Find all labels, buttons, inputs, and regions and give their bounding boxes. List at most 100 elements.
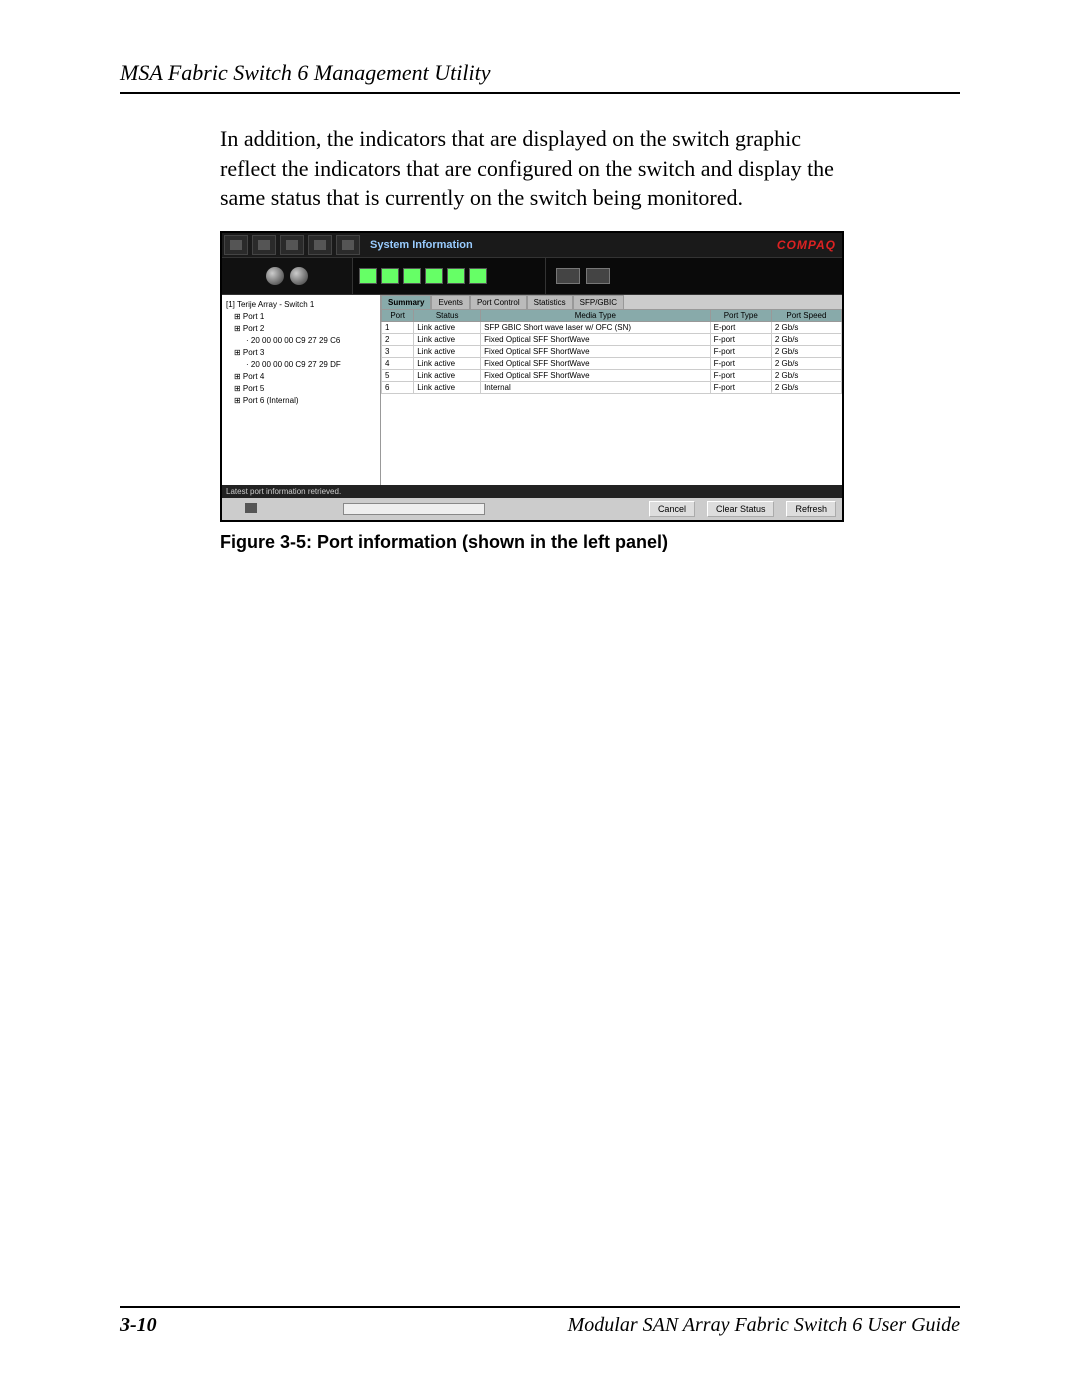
table-row[interactable]: 3Link activeFixed Optical SFF ShortWaveF… bbox=[382, 346, 842, 358]
page-footer: 3-10 Modular SAN Array Fabric Switch 6 U… bbox=[120, 1306, 960, 1337]
progress-bar bbox=[343, 503, 485, 515]
table-row[interactable]: 2Link activeFixed Optical SFF ShortWaveF… bbox=[382, 334, 842, 346]
cell-speed: 2 Gb/s bbox=[771, 346, 841, 358]
table-row[interactable]: 4Link activeFixed Optical SFF ShortWaveF… bbox=[382, 358, 842, 370]
summary-grid: PortStatusMedia TypePort TypePort Speed … bbox=[381, 309, 842, 485]
toolbar-button-3[interactable] bbox=[280, 235, 304, 255]
title-bar: System Information COMPAQ bbox=[222, 233, 842, 257]
tab-events[interactable]: Events bbox=[431, 295, 469, 309]
device-right-area bbox=[546, 258, 842, 294]
device-graphic bbox=[222, 257, 842, 295]
tab-sfp-gbic[interactable]: SFP/GBIC bbox=[573, 295, 624, 309]
world-icon bbox=[342, 240, 354, 250]
cell-media: SFP GBIC Short wave laser w/ OFC (SN) bbox=[481, 322, 711, 334]
stack-icon bbox=[286, 240, 298, 250]
port-indicator-2[interactable] bbox=[381, 268, 399, 284]
tree-node[interactable]: ⊞ Port 3 bbox=[226, 347, 376, 359]
footer-title: Modular SAN Array Fabric Switch 6 User G… bbox=[568, 1314, 960, 1337]
tree-root[interactable]: [1] Terije Array - Switch 1 bbox=[226, 299, 376, 311]
tab-strip: SummaryEventsPort ControlStatisticsSFP/G… bbox=[381, 295, 842, 309]
cell-port: 4 bbox=[382, 358, 414, 370]
column-header[interactable]: Port bbox=[382, 310, 414, 322]
switch-ports-graphic bbox=[352, 258, 546, 294]
tree-node[interactable]: · 20 00 00 00 C9 27 29 C6 bbox=[226, 335, 376, 347]
grid-icon bbox=[230, 240, 242, 250]
cell-port: 5 bbox=[382, 370, 414, 382]
cell-status: Link active bbox=[414, 322, 481, 334]
table-row[interactable]: 6Link activeInternalF-port2 Gb/s bbox=[382, 382, 842, 394]
tab-statistics[interactable]: Statistics bbox=[527, 295, 573, 309]
cell-ptype: F-port bbox=[710, 346, 771, 358]
tab-summary[interactable]: Summary bbox=[381, 295, 431, 309]
connector-icon bbox=[556, 268, 580, 284]
tree-node[interactable]: ⊞ Port 4 bbox=[226, 371, 376, 383]
port-table: PortStatusMedia TypePort TypePort Speed … bbox=[381, 309, 842, 394]
cell-ptype: F-port bbox=[710, 382, 771, 394]
cell-port: 3 bbox=[382, 346, 414, 358]
toolbar-button-5[interactable] bbox=[336, 235, 360, 255]
cell-status: Link active bbox=[414, 346, 481, 358]
cancel-button[interactable]: Cancel bbox=[649, 501, 695, 517]
fan-icon bbox=[245, 503, 257, 515]
cell-ptype: F-port bbox=[710, 334, 771, 346]
cell-ptype: E-port bbox=[710, 322, 771, 334]
table-row[interactable]: 5Link activeFixed Optical SFF ShortWaveF… bbox=[382, 370, 842, 382]
port-indicator-6[interactable] bbox=[469, 268, 487, 284]
tree-node[interactable]: ⊞ Port 5 bbox=[226, 383, 376, 395]
brand-logo: COMPAQ bbox=[777, 238, 836, 252]
connector-icon bbox=[586, 268, 610, 284]
cell-speed: 2 Gb/s bbox=[771, 358, 841, 370]
cell-speed: 2 Gb/s bbox=[771, 322, 841, 334]
cell-media: Fixed Optical SFF ShortWave bbox=[481, 358, 711, 370]
tree-node[interactable]: · 20 00 00 00 C9 27 29 DF bbox=[226, 359, 376, 371]
cell-status: Link active bbox=[414, 358, 481, 370]
column-header[interactable]: Media Type bbox=[481, 310, 711, 322]
warning-icon bbox=[258, 240, 270, 250]
cell-port: 2 bbox=[382, 334, 414, 346]
cell-media: Fixed Optical SFF ShortWave bbox=[481, 346, 711, 358]
cell-ptype: F-port bbox=[710, 370, 771, 382]
cell-speed: 2 Gb/s bbox=[771, 382, 841, 394]
cell-media: Fixed Optical SFF ShortWave bbox=[481, 370, 711, 382]
cell-status: Link active bbox=[414, 382, 481, 394]
toolbar-button-2[interactable] bbox=[252, 235, 276, 255]
figure-3-5: System Information COMPAQ bbox=[220, 231, 840, 553]
cell-status: Link active bbox=[414, 334, 481, 346]
app-window: System Information COMPAQ bbox=[220, 231, 844, 522]
device-knob-area bbox=[222, 258, 352, 294]
port-indicator-4[interactable] bbox=[425, 268, 443, 284]
cell-media: Internal bbox=[481, 382, 711, 394]
port-indicator-1[interactable] bbox=[359, 268, 377, 284]
tree-node[interactable]: ⊞ Port 2 bbox=[226, 323, 376, 335]
page-number: 3-10 bbox=[120, 1314, 157, 1337]
cell-speed: 2 Gb/s bbox=[771, 334, 841, 346]
cell-port: 1 bbox=[382, 322, 414, 334]
cell-speed: 2 Gb/s bbox=[771, 370, 841, 382]
table-row[interactable]: 1Link activeSFP GBIC Short wave laser w/… bbox=[382, 322, 842, 334]
cell-status: Link active bbox=[414, 370, 481, 382]
toolbar-button-4[interactable] bbox=[308, 235, 332, 255]
column-header[interactable]: Port Speed bbox=[771, 310, 841, 322]
toolbar-button-1[interactable] bbox=[224, 235, 248, 255]
running-head: MSA Fabric Switch 6 Management Utility bbox=[120, 60, 960, 86]
navigation-tree[interactable]: [1] Terije Array - Switch 1 ⊞ Port 1⊞ Po… bbox=[222, 295, 381, 485]
temperature-icon: 🌡 bbox=[228, 504, 239, 515]
knob-icon bbox=[266, 267, 284, 285]
port-indicator-3[interactable] bbox=[403, 268, 421, 284]
tree-node[interactable]: ⊞ Port 6 (Internal) bbox=[226, 395, 376, 407]
clear-status-button[interactable]: Clear Status bbox=[707, 501, 775, 517]
refresh-button[interactable]: Refresh bbox=[786, 501, 836, 517]
cell-port: 6 bbox=[382, 382, 414, 394]
figure-caption: Figure 3-5: Port information (shown in t… bbox=[220, 532, 840, 553]
cell-media: Fixed Optical SFF ShortWave bbox=[481, 334, 711, 346]
tree-node[interactable]: ⊞ Port 1 bbox=[226, 311, 376, 323]
footer-bar: 🌡 Cancel Clear Status Refresh bbox=[222, 498, 842, 520]
port-indicator-5[interactable] bbox=[447, 268, 465, 284]
tab-port-control[interactable]: Port Control bbox=[470, 295, 527, 309]
body-paragraph: In addition, the indicators that are dis… bbox=[220, 124, 840, 213]
knob-icon bbox=[290, 267, 308, 285]
cell-ptype: F-port bbox=[710, 358, 771, 370]
column-header[interactable]: Status bbox=[414, 310, 481, 322]
column-header[interactable]: Port Type bbox=[710, 310, 771, 322]
content-pane: SummaryEventsPort ControlStatisticsSFP/G… bbox=[381, 295, 842, 485]
